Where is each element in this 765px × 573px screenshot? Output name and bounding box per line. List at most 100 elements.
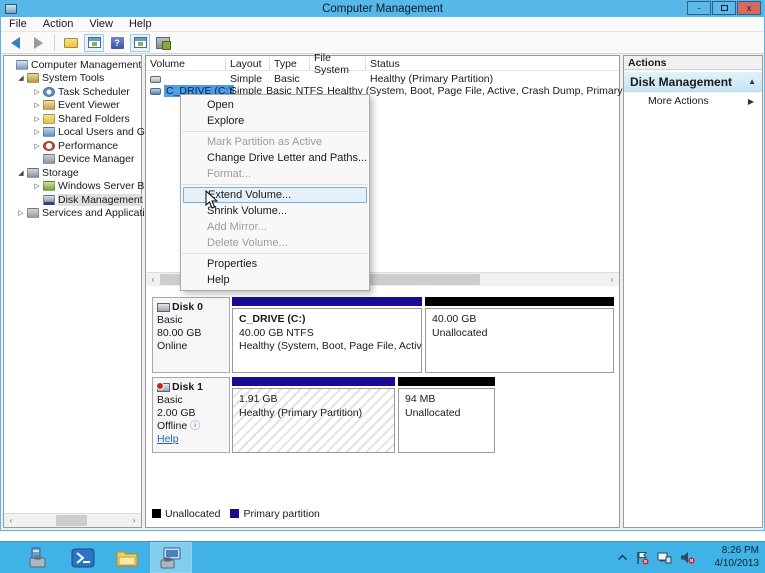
help-button[interactable]: ? <box>107 34 127 52</box>
back-button[interactable] <box>5 34 25 52</box>
menu-item-properties[interactable]: Properties <box>181 256 369 272</box>
restore-icon <box>720 5 728 11</box>
taskbar-file-explorer-button[interactable] <box>106 542 148 573</box>
up-level-button[interactable] <box>61 34 81 52</box>
menu-item-format[interactable]: Format... <box>181 166 369 182</box>
taskbar: 8:26 PM 4/10/2013 <box>0 541 765 573</box>
tree-item-shared-folders[interactable]: ▷ Shared Folders <box>4 112 141 126</box>
taskbar-clock[interactable]: 8:26 PM 4/10/2013 <box>715 544 760 570</box>
toolbar: ? <box>1 32 764 54</box>
menu-item-open[interactable]: Open <box>181 97 369 113</box>
tree-item-windows-server-backup[interactable]: ▷ Windows Server Backup <box>4 180 172 194</box>
primary-partition-band <box>232 297 422 306</box>
folder-up-icon <box>64 37 78 48</box>
disk-status: Online <box>157 340 188 352</box>
forward-button[interactable] <box>28 34 48 52</box>
expand-closed-icon[interactable]: ▷ <box>16 209 26 217</box>
menu-item-explore[interactable]: Explore <box>181 113 369 129</box>
expand-closed-icon[interactable]: ▷ <box>32 142 42 150</box>
expand-closed-icon[interactable]: ▷ <box>32 88 42 96</box>
expand-closed-icon[interactable]: ▷ <box>32 182 42 190</box>
tree-item-services-applications[interactable]: ▷ Services and Applications <box>4 207 161 221</box>
expand-open-icon[interactable]: ◢ <box>16 74 26 82</box>
menu-view[interactable]: View <box>81 18 121 30</box>
task-scheduler-icon <box>43 86 55 97</box>
scroll-left-icon[interactable]: ‹ <box>4 514 18 527</box>
taskbar-powershell-button[interactable] <box>62 542 104 573</box>
actions-section-disk-management[interactable]: Disk Management ▲ <box>624 72 762 92</box>
taskbar-server-manager-button[interactable] <box>18 542 60 573</box>
volume-icon <box>150 76 161 83</box>
volume-muted-icon[interactable] <box>680 551 695 564</box>
menu-item-delete-volume[interactable]: Delete Volume... <box>181 235 369 251</box>
disk-0-label[interactable]: Disk 0 Basic 80.00 GB Online <box>152 297 230 373</box>
toolbar-separator <box>54 34 55 51</box>
server-manager-icon <box>29 547 46 567</box>
menu-help[interactable]: Help <box>121 18 160 30</box>
expand-closed-icon[interactable]: ▷ <box>32 115 42 123</box>
actions-pane: Actions Disk Management ▲ More Actions ▶ <box>623 55 763 528</box>
users-icon <box>43 127 55 138</box>
column-header-volume[interactable]: Volume <box>146 57 226 70</box>
close-button[interactable]: x <box>737 1 761 15</box>
disk-size: 80.00 GB <box>157 327 202 339</box>
column-header-type[interactable]: Type <box>270 57 310 70</box>
disk-1-unallocated[interactable]: 94 MB Unallocated <box>398 377 495 453</box>
help-link[interactable]: Help <box>157 433 179 445</box>
expand-closed-icon[interactable]: ▷ <box>32 101 42 109</box>
disk-1-partition[interactable]: 1.91 GB Healthy (Primary Partition) <box>232 377 395 453</box>
disk-console-button[interactable] <box>153 34 173 52</box>
tree-item-event-viewer[interactable]: ▷ Event Viewer <box>4 99 141 113</box>
disk-0-partition-c[interactable]: C_DRIVE (C:) 40.00 GB NTFS Healthy (Syst… <box>232 297 422 373</box>
show-console-tree-button[interactable] <box>84 33 104 52</box>
column-header-file-system[interactable]: File System <box>310 52 366 76</box>
expand-open-icon[interactable]: ◢ <box>16 169 26 177</box>
volume-list-header: Volume Layout Type File System Status <box>146 52 619 76</box>
taskbar-computer-management-button[interactable] <box>150 542 192 573</box>
tree-item-storage[interactable]: ◢ Storage <box>4 166 141 180</box>
more-actions-item[interactable]: More Actions ▶ <box>624 92 762 110</box>
window-title: Computer Management <box>322 2 443 15</box>
network-icon[interactable] <box>657 551 672 564</box>
tree-item-performance[interactable]: ▷ Performance <box>4 139 141 153</box>
legend-primary: Primary partition <box>230 508 320 520</box>
action-center-flag-icon[interactable] <box>635 551 649 565</box>
scroll-left-icon[interactable]: ‹ <box>146 273 160 286</box>
disk-type: Basic <box>157 314 183 326</box>
disk-0-unallocated[interactable]: 40.00 GB Unallocated <box>425 297 614 373</box>
show-hidden-icons-button[interactable] <box>618 554 627 561</box>
services-icon <box>27 208 39 219</box>
scroll-right-icon[interactable]: › <box>127 514 141 527</box>
tree-item-device-manager[interactable]: Device Manager <box>4 153 141 167</box>
scrollbar-track[interactable] <box>18 514 127 527</box>
disk-management-icon <box>43 194 55 205</box>
clock-time: 8:26 PM <box>721 545 759 556</box>
tree-item-local-users-groups[interactable]: ▷ Local Users and Groups <box>4 126 171 140</box>
tree-item-disk-management[interactable]: Disk Management <box>4 193 143 207</box>
volume-icon <box>150 88 161 95</box>
menu-action[interactable]: Action <box>35 18 82 30</box>
column-header-layout[interactable]: Layout <box>226 57 270 70</box>
menu-item-add-mirror[interactable]: Add Mirror... <box>181 219 369 235</box>
menu-file[interactable]: File <box>1 18 35 30</box>
restore-button[interactable] <box>712 1 736 15</box>
disk-1-label[interactable]: Disk 1 Basic 2.00 GB Offline ⓘ Help <box>152 377 230 453</box>
menu-item-change-drive-letter[interactable]: Change Drive Letter and Paths... <box>181 150 369 166</box>
tree-item-task-scheduler[interactable]: ▷ Task Scheduler <box>4 85 141 99</box>
tree-item-computer-management[interactable]: Computer Management (Local <box>4 58 173 72</box>
disk-offline-icon <box>156 382 170 392</box>
tree-horizontal-scrollbar[interactable]: ‹ › <box>4 513 141 527</box>
show-action-pane-button[interactable] <box>130 33 150 52</box>
volume-row[interactable]: Simple Basic Healthy (Primary Partition) <box>146 73 619 85</box>
computer-management-icon <box>160 547 181 568</box>
column-header-status[interactable]: Status <box>366 57 619 70</box>
menu-item-help[interactable]: Help <box>181 272 369 288</box>
scroll-right-icon[interactable]: › <box>605 273 619 286</box>
back-icon <box>10 36 20 49</box>
collapse-icon[interactable]: ▲ <box>748 77 756 86</box>
tree-item-system-tools[interactable]: ◢ System Tools <box>4 72 141 86</box>
expand-closed-icon[interactable]: ▷ <box>32 128 42 136</box>
menu-item-mark-partition-active[interactable]: Mark Partition as Active <box>181 134 369 150</box>
scrollbar-thumb[interactable] <box>56 515 87 526</box>
minimize-button[interactable]: - <box>687 1 711 15</box>
